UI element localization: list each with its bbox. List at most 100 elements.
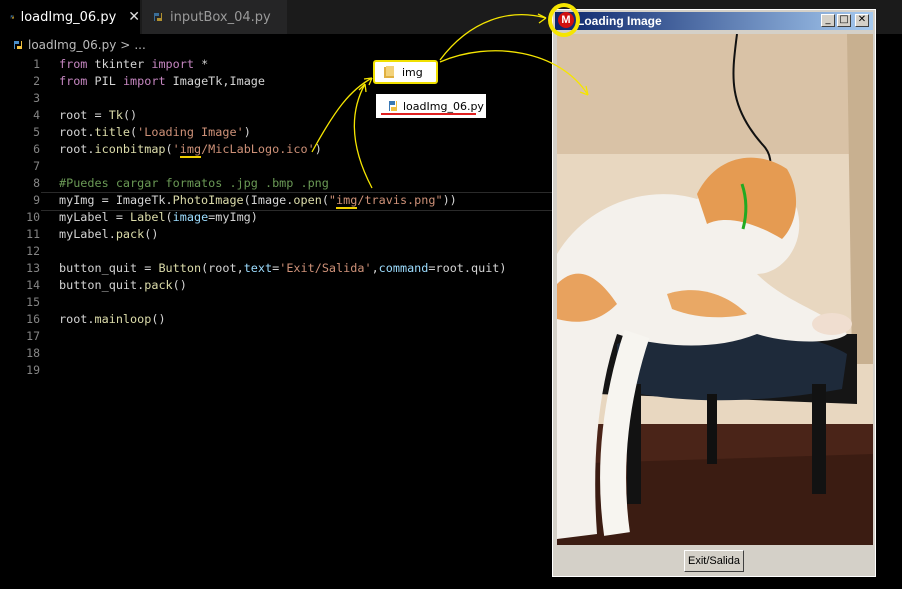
folder-annotation: img [373,60,438,84]
exit-button[interactable]: Exit/Salida [684,550,744,572]
code-token: text [243,261,273,275]
code-token: " [328,193,337,207]
code-token: Label [130,210,166,224]
window-title: Loading Image [577,14,662,28]
close-button[interactable]: ✕ [855,14,869,27]
line-number: 15 [26,295,40,309]
line-number: 6 [33,142,40,156]
code-token: ' [172,142,180,156]
code-token: ImageTk,Image [165,74,265,88]
code-token: () [122,108,138,122]
line-number: 13 [26,261,40,275]
breadcrumb-separator: > [120,38,131,52]
highlighted-img-token: img [179,142,202,158]
code-token: command [378,261,429,275]
code-token: mainloop [94,312,152,326]
icon-highlight-circle [548,3,580,37]
code-token: from [59,74,88,88]
code-token: (Image. [243,193,294,207]
cat-photo [557,34,873,545]
tab-label: inputBox_04.py [170,9,271,25]
file-annotation: loadImg_06.py [376,94,486,118]
code-token: import [151,57,194,71]
highlighted-img-token: img [336,193,358,209]
code-token: root. [59,312,95,326]
tab-loadimg-06[interactable]: loadImg_06.py ✕ [0,0,140,34]
code-token: =myImg) [208,210,258,224]
line-number: 18 [26,346,40,360]
folder-label: img [402,65,423,79]
line-number: 17 [26,329,40,343]
code-token: 'Loading Image' [137,125,244,139]
code-token: PIL [87,74,123,88]
code-token: button_quit. [59,278,145,292]
line-number: 5 [33,125,40,139]
tk-window: M Loading Image _ □ ✕ Exit/Salida [552,9,876,577]
line-number: 2 [33,74,40,88]
code-token: () [172,278,187,292]
line-number: 12 [26,244,40,258]
code-token: myLabel = [59,210,131,224]
code-token: () [144,227,159,241]
code-token: (root, [201,261,244,275]
code-token: 'Exit/Salida' [279,261,372,275]
code-token: root = [59,108,109,122]
code-token: () [151,312,166,326]
code-token: /travis.png" [357,193,443,207]
line-number: 7 [33,159,40,173]
line-number: 14 [26,278,40,292]
line-number: 9 [33,193,40,207]
code-token: pack [144,278,173,292]
code-token: pack [115,227,145,241]
python-file-icon [10,15,14,19]
line-number: 19 [26,363,40,377]
code-token: ( [165,142,173,156]
code-token: title [94,125,131,139]
code-token: import [122,74,166,88]
tab-label: loadImg_06.py [20,9,117,25]
code-token: =root.quit) [428,261,507,275]
line-number: 4 [33,108,40,122]
python-file-icon [154,13,162,21]
python-file-icon [14,41,22,49]
line-number-gutter: 1 2 3 4 5 6 7 8 9 10 11 12 13 14 15 16 1… [0,56,40,379]
code-token: ( [321,193,329,207]
breadcrumb-file[interactable]: loadImg_06.py [28,38,116,52]
python-file-icon [389,101,397,111]
tab-inputbox-04[interactable]: inputBox_04.py [142,0,287,34]
code-token: from [59,57,88,71]
code-token: root. [59,125,95,139]
code-token: tkinter [87,57,152,71]
code-token: Tk [108,108,123,122]
window-titlebar[interactable]: M Loading Image _ □ ✕ [555,12,873,30]
code-token: ) [243,125,251,139]
code-token: /MicLabLogo.ico' [201,142,315,156]
file-label: loadImg_06.py [403,99,484,113]
folder-icon [384,66,394,78]
code-token: myLabel. [59,227,116,241]
breadcrumb-rest[interactable]: ... [134,38,145,52]
breadcrumb: loadImg_06.py > ... [12,36,146,54]
minimize-button[interactable]: _ [821,14,835,27]
red-underline [381,113,476,115]
code-token: myImg = ImageTk. [59,193,173,207]
code-token: root. [59,142,95,156]
code-token: iconbitmap [94,142,166,156]
code-token: image [172,210,209,224]
code-token: open [293,193,322,207]
code-token: Button [158,261,202,275]
code-token: )) [442,193,457,207]
cat-on-chair-image [557,34,873,545]
code-token: PhotoImage [172,193,244,207]
maximize-button[interactable]: □ [837,14,851,27]
line-number: 8 [33,176,40,190]
code-token: button_quit = [59,261,159,275]
code-token: , [371,261,379,275]
code-token: * [193,57,209,71]
code-token: ) [314,142,322,156]
line-number: 1 [33,57,40,71]
code-token: ( [165,210,173,224]
code-comment: #Puedes cargar formatos .jpg .bmp .png [59,176,329,190]
line-number: 3 [33,91,40,105]
close-icon[interactable]: ✕ [128,9,140,25]
